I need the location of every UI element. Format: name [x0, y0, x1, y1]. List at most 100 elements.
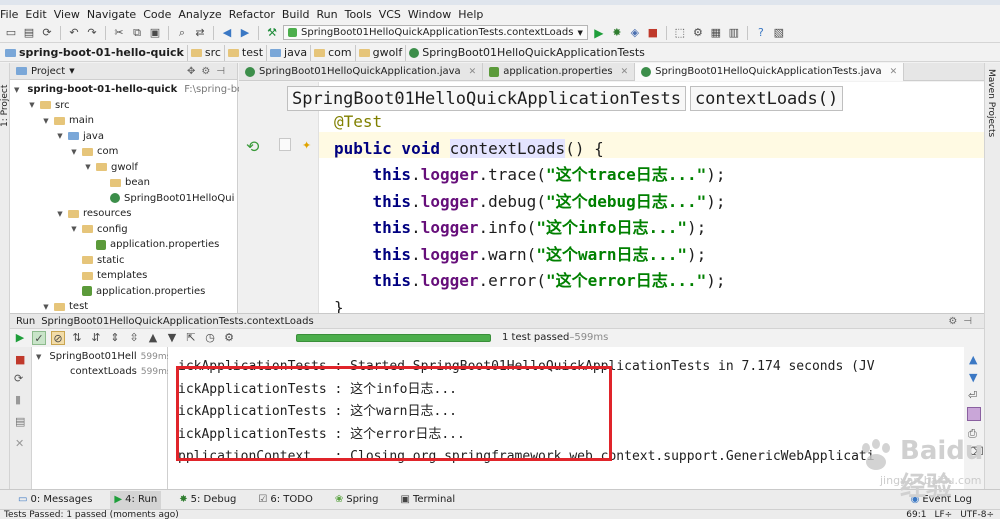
copy-icon[interactable]: ⧉ [130, 26, 144, 40]
tool-tab[interactable]: ✸ 5: Debug [175, 491, 240, 509]
sort-duration-icon[interactable]: ⇵ [89, 331, 103, 345]
menu-tools[interactable]: Tools [345, 8, 372, 21]
build-icon[interactable]: ⚒ [265, 26, 279, 40]
menu-build[interactable]: Build [282, 8, 310, 21]
show-passed-icon[interactable]: ✓ [32, 331, 46, 345]
scroll-down-icon[interactable]: ▼ [969, 371, 977, 384]
scroll-to-end-icon[interactable] [967, 407, 981, 421]
breadcrumb-method[interactable]: contextLoads() [689, 85, 844, 111]
rerun-icon[interactable]: ▶ [13, 331, 27, 345]
tree-item[interactable]: ▼ gwolf [10, 160, 237, 176]
project-tool-tab[interactable]: 1: Project [0, 67, 10, 127]
tree-item[interactable]: bean [10, 175, 237, 191]
next-test-icon[interactable]: ▼ [165, 331, 179, 345]
menu-vcs[interactable]: VCS [379, 8, 401, 21]
menu-window[interactable]: Window [408, 8, 451, 21]
stop-icon[interactable]: ■ [15, 353, 25, 366]
panel-actions-icon[interactable]: ⚙⊣ [948, 316, 978, 327]
breadcrumb-item[interactable]: test [223, 44, 266, 61]
chevron-down-icon[interactable]: ▼ [70, 225, 78, 233]
find-icon[interactable]: ⌕ [175, 26, 189, 40]
scroll-up-icon[interactable]: ▲ [969, 353, 977, 366]
layout-icon[interactable]: ▥ [727, 26, 741, 40]
dump-threads-icon[interactable]: ▤ [15, 415, 25, 428]
menu-run[interactable]: Run [317, 8, 338, 21]
collapse-all-icon[interactable]: ⇳ [127, 331, 141, 345]
breadcrumb-item[interactable]: spring-boot-01-hello-quick [2, 45, 187, 61]
caret-position[interactable]: 69:1 [906, 510, 926, 519]
back-icon[interactable]: ◀ [220, 26, 234, 40]
close-icon[interactable]: ✕ [890, 67, 898, 77]
replace-icon[interactable]: ⇄ [193, 26, 207, 40]
settings-icon[interactable]: ⚙ [691, 26, 705, 40]
menu-edit[interactable]: Edit [25, 8, 46, 21]
run-test-gutter-icon[interactable]: ⟲ [246, 137, 259, 156]
chevron-down-icon[interactable]: ▼ [56, 210, 64, 218]
breadcrumb-item[interactable]: java [266, 44, 310, 61]
structure-icon[interactable]: ▦ [709, 26, 723, 40]
close-run-icon[interactable]: ✕ [15, 437, 24, 450]
editor-tab[interactable]: SpringBoot01HelloQuickApplication.java ✕ [239, 62, 484, 81]
tree-item[interactable]: SpringBoot01HelloQui [10, 191, 237, 207]
breadcrumb-item[interactable]: SpringBoot01HelloQuickApplicationTests [405, 44, 648, 61]
tree-item[interactable]: static [10, 253, 237, 269]
redo-icon[interactable]: ↷ [85, 26, 99, 40]
open-icon[interactable]: ▭ [4, 26, 18, 40]
tool-tab[interactable]: ❀ Spring [331, 491, 383, 509]
code-editor[interactable]: ⟲ ✦ SpringBoot01HelloQuickApplicationTes… [239, 82, 984, 313]
sync-icon[interactable]: ⟳ [40, 26, 54, 40]
save-icon[interactable]: ▤ [22, 26, 36, 40]
history-icon[interactable]: ◷ [203, 331, 217, 345]
chevron-down-icon[interactable]: ▼ [42, 303, 50, 311]
expand-all-icon[interactable]: ⇕ [108, 331, 122, 345]
tree-item[interactable]: ▼ spring-boot-01-hello-quick F:\spring-boo… [10, 82, 263, 98]
tree-item[interactable]: ▼ config [10, 222, 237, 238]
project-panel-title[interactable]: Project [31, 66, 65, 77]
menu-help[interactable]: Help [458, 8, 483, 21]
close-icon[interactable]: ✕ [621, 67, 629, 77]
tree-item[interactable]: ▼ src [10, 98, 237, 114]
editor-tab[interactable]: SpringBoot01HelloQuickApplicationTests.j… [635, 62, 905, 81]
chevron-down-icon[interactable]: ▼ [14, 86, 19, 94]
export-icon[interactable]: ⇱ [184, 331, 198, 345]
run-configuration-select[interactable]: SpringBoot01HelloQuickApplicationTests.c… [283, 25, 588, 40]
intention-bulb-icon[interactable]: ✦ [302, 139, 311, 152]
close-icon[interactable]: ✕ [469, 67, 477, 77]
menu-file[interactable]: File [0, 8, 18, 21]
tool-tab[interactable]: ▣ Terminal [397, 491, 460, 509]
tree-item[interactable]: application.properties [10, 237, 237, 253]
sdk-icon[interactable]: ⬚ [673, 26, 687, 40]
tool-tab[interactable]: ▶ 4: Run [110, 490, 162, 509]
tree-item[interactable]: templates [10, 268, 237, 284]
help-icon[interactable]: ? [754, 26, 768, 40]
pause-icon[interactable]: ▮ [15, 393, 21, 406]
tree-item[interactable]: ▼ com [10, 144, 237, 160]
test-settings-icon[interactable]: ⚙ [222, 331, 236, 345]
stop-icon[interactable]: ■ [646, 26, 660, 40]
plugin-icon[interactable]: ▧ [772, 26, 786, 40]
cut-icon[interactable]: ✂ [112, 26, 126, 40]
coverage-icon[interactable]: ◈ [628, 26, 642, 40]
file-encoding[interactable]: UTF-8÷ [960, 510, 994, 519]
chevron-down-icon[interactable]: ▼ [56, 132, 64, 140]
chevron-down-icon[interactable]: ▼ [36, 353, 41, 361]
editor-tab[interactable]: application.properties ✕ [483, 62, 636, 81]
test-tree-item[interactable]: ▼ SpringBoot01Hell 599ms [32, 349, 171, 364]
panel-actions-icon[interactable]: ✥⚙⊣ [187, 66, 231, 77]
breadcrumb-class[interactable]: SpringBoot01HelloQuickApplicationTests [287, 85, 686, 111]
code-text[interactable]: @Test public void contextLoads() { this.l… [334, 109, 726, 313]
menu-code[interactable]: Code [143, 8, 171, 21]
tree-item[interactable]: application.properties [10, 284, 237, 300]
undo-icon[interactable]: ↶ [67, 26, 81, 40]
menu-navigate[interactable]: Navigate [87, 8, 136, 21]
tool-tab[interactable]: ☑ 6: TODO [254, 491, 316, 509]
soft-wrap-icon[interactable]: ⏎ [968, 389, 977, 402]
maven-projects-tool-tab[interactable]: Maven Projects [986, 69, 996, 137]
breadcrumb-item[interactable]: gwolf [354, 44, 406, 61]
chevron-down-icon[interactable]: ▼ [70, 148, 78, 156]
menu-refactor[interactable]: Refactor [229, 8, 275, 21]
tree-item[interactable]: ▼ java [10, 129, 237, 145]
run-icon[interactable]: ▶ [592, 26, 606, 40]
chevron-down-icon[interactable]: ▼ [69, 67, 74, 75]
show-ignored-icon[interactable]: ⊘ [51, 331, 65, 345]
